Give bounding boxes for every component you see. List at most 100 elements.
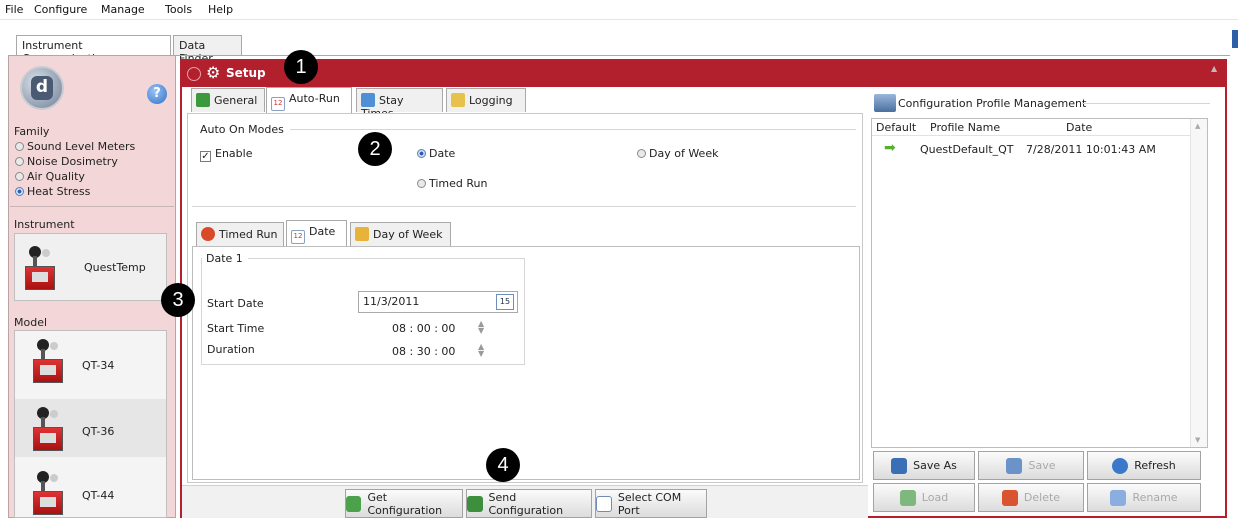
button-label: Send Configuration: [488, 490, 564, 517]
column-date[interactable]: Date: [1066, 121, 1092, 134]
delete-button[interactable]: Delete: [978, 483, 1084, 512]
tab-label: Auto-Run: [289, 92, 340, 105]
setup-title-bar: ⚙ Setup: [182, 61, 1225, 87]
mode-date-radio[interactable]: Date: [417, 147, 455, 160]
family-option-sound[interactable]: Sound Level Meters: [15, 140, 135, 153]
date-panel: [192, 246, 860, 480]
mode-label: Date: [429, 147, 456, 160]
send-configuration-button[interactable]: Send Configuration: [466, 489, 592, 518]
model-item-qt44[interactable]: QT-44: [15, 461, 166, 517]
model-label: Model: [14, 316, 48, 329]
start-date-value: 11/3/2011: [363, 295, 420, 308]
scroll-down-icon[interactable]: ▼: [1195, 436, 1200, 444]
start-time-value[interactable]: 08 : 00 : 00: [392, 322, 455, 335]
family-option-label: Heat Stress: [27, 185, 91, 198]
button-label: Refresh: [1134, 459, 1176, 472]
group-border: [524, 258, 525, 364]
get-configuration-button[interactable]: Get Configuration: [345, 489, 463, 518]
divider: [10, 206, 174, 207]
profile-name-cell: QuestDefault_QT: [920, 143, 1014, 156]
menu-bar: File Configure Manage Tools Help: [0, 0, 1238, 20]
logo-mark: d: [31, 76, 53, 100]
select-com-port-button[interactable]: Select COM Port: [595, 489, 707, 518]
tab-data-finder[interactable]: Data Finder: [173, 35, 242, 65]
start-time-label: Start Time: [207, 322, 265, 335]
save-as-icon: [891, 457, 908, 474]
scroll-up-icon[interactable]: ▲: [1211, 64, 1217, 73]
group-border: [201, 364, 525, 365]
menu-tools[interactable]: Tools: [165, 3, 192, 16]
tab-divider: [8, 55, 1230, 56]
model-item-qt36[interactable]: QT-36: [15, 399, 166, 457]
enable-label: Enable: [215, 147, 253, 160]
button-label: Load: [921, 491, 949, 504]
subtab-timed-run[interactable]: Timed Run: [196, 222, 284, 246]
device-image: [33, 339, 69, 385]
start-time-spinner-icon[interactable]: ▲ ▼: [478, 320, 484, 335]
group-border: [201, 258, 202, 364]
family-label: Family: [14, 125, 50, 138]
mode-day-of-week-radio[interactable]: Day of Week: [637, 147, 718, 160]
enable-checkbox[interactable]: ✓ Enable: [200, 147, 252, 162]
radio-icon: [637, 149, 646, 158]
save-as-button[interactable]: Save As: [873, 451, 975, 480]
family-option-noise[interactable]: Noise Dosimetry: [15, 155, 118, 168]
subtab-day-of-week[interactable]: Day of Week: [350, 222, 451, 246]
tab-instrument-communications[interactable]: Instrument Communications: [16, 35, 171, 65]
group-border: [192, 206, 856, 207]
get-icon: [346, 495, 362, 512]
profile-table-header: Default Profile Name Date: [872, 119, 1207, 136]
scroll-up-icon[interactable]: ▲: [1195, 122, 1200, 130]
mode-label: Timed Run: [429, 177, 488, 190]
tab-general[interactable]: General: [191, 88, 265, 112]
menu-help[interactable]: Help: [208, 3, 233, 16]
collapse-icon[interactable]: [187, 67, 201, 81]
family-option-label: Air Quality: [27, 170, 85, 183]
family-option-heat[interactable]: Heat Stress: [15, 185, 90, 198]
tab-logging[interactable]: Logging: [446, 88, 526, 112]
calendar-icon: 12: [291, 230, 305, 244]
rename-button[interactable]: Rename: [1087, 483, 1201, 512]
radio-icon: [15, 157, 24, 166]
duration-value[interactable]: 08 : 30 : 00: [392, 345, 455, 358]
column-profile-name[interactable]: Profile Name: [930, 121, 1000, 134]
load-button[interactable]: Load: [873, 483, 975, 512]
duration-spinner-icon[interactable]: ▲ ▼: [478, 343, 484, 358]
refresh-icon: [1112, 457, 1129, 474]
calendar-icon[interactable]: 15: [496, 294, 514, 310]
rename-icon: [1110, 489, 1127, 506]
mode-timed-run-radio[interactable]: Timed Run: [417, 177, 488, 190]
menu-configure[interactable]: Configure: [34, 3, 87, 16]
device-image: [33, 471, 69, 517]
stay-times-icon: [361, 93, 375, 107]
logging-icon: [451, 93, 465, 107]
save-button[interactable]: Save: [978, 451, 1084, 480]
subtab-date[interactable]: 12 Date: [286, 220, 347, 246]
menu-manage[interactable]: Manage: [101, 3, 145, 16]
instrument-name: QuestTemp: [84, 261, 146, 274]
general-icon: [196, 93, 210, 107]
device-image: [25, 246, 61, 292]
profile-scrollbar[interactable]: ▲ ▼: [1190, 119, 1207, 447]
tab-label: General: [214, 94, 258, 107]
table-row[interactable]: ➡ QuestDefault_QT 7/28/2011 10:01:43 AM: [872, 140, 1190, 159]
model-item-qt34[interactable]: QT-34: [15, 331, 166, 397]
model-list: QT-34 QT-36 QT-44: [14, 330, 167, 518]
button-label: Rename: [1132, 491, 1178, 504]
tab-stay-times[interactable]: Stay Times: [356, 88, 443, 120]
menu-file[interactable]: File: [5, 3, 23, 16]
setup-title: Setup: [226, 66, 266, 80]
send-icon: [467, 495, 483, 512]
column-default[interactable]: Default: [876, 121, 916, 134]
duration-label: Duration: [207, 343, 255, 356]
instrument-card[interactable]: QuestTemp: [14, 233, 167, 301]
profile-table: Default Profile Name Date ➡ QuestDefault…: [871, 118, 1208, 448]
start-date-field[interactable]: 11/3/2011 15: [358, 291, 518, 313]
check-icon: ✓: [200, 151, 211, 162]
radio-icon: [417, 179, 426, 188]
family-option-air[interactable]: Air Quality: [15, 170, 85, 183]
clock-icon: [201, 227, 215, 241]
tab-auto-run[interactable]: 12 Auto-Run: [266, 87, 352, 113]
help-icon[interactable]: ?: [147, 84, 167, 104]
refresh-button[interactable]: Refresh: [1087, 451, 1201, 480]
